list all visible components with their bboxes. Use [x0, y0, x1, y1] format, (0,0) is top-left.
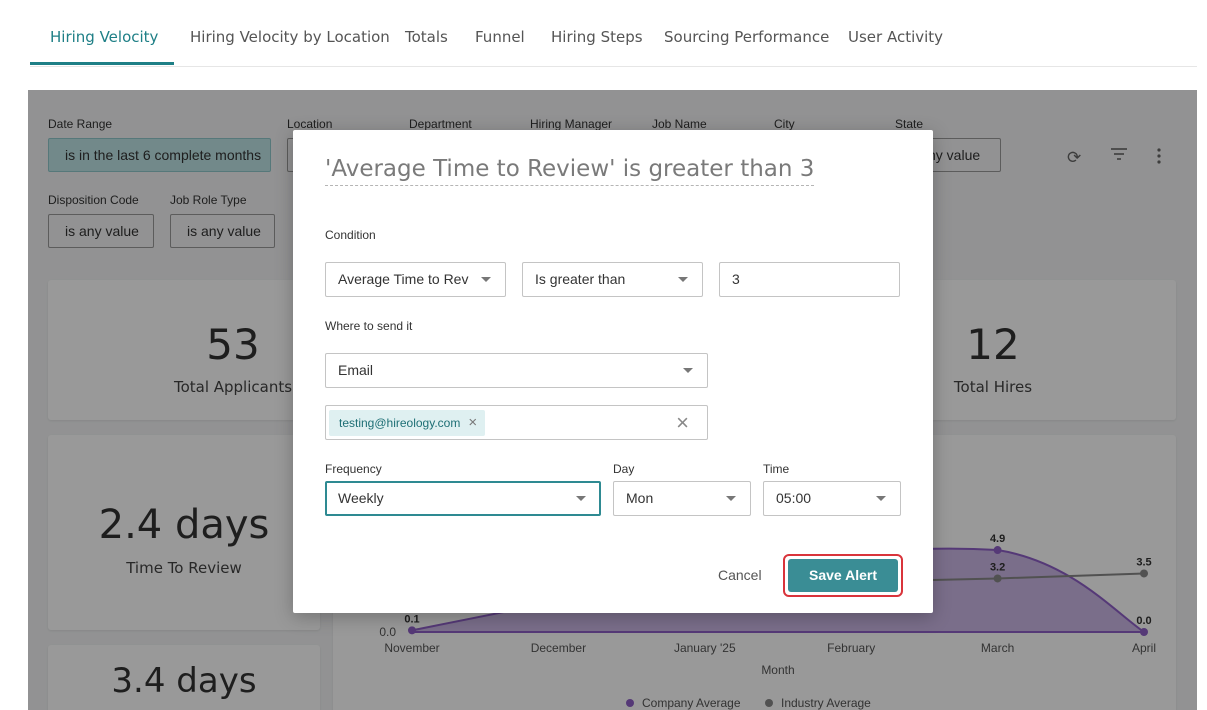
where-to-send-label: Where to send it	[325, 319, 413, 333]
tab-funnel[interactable]: Funnel	[475, 28, 525, 46]
tab-sourcing-performance[interactable]: Sourcing Performance	[664, 28, 829, 46]
frequency-label: Frequency	[325, 462, 382, 476]
save-alert-focus-ring: Save Alert	[783, 554, 903, 597]
day-label: Day	[613, 462, 635, 476]
clear-recipients-icon[interactable]: ×	[676, 409, 689, 437]
day-select[interactable]: Mon	[613, 481, 751, 516]
remove-recipient-icon[interactable]: ×	[468, 414, 477, 431]
cancel-button[interactable]: Cancel	[718, 567, 762, 583]
active-tab-indicator	[30, 62, 174, 65]
recipient-chip: testing@hireology.com ×	[329, 410, 486, 436]
alert-title[interactable]: 'Average Time to Review' is greater than…	[325, 156, 815, 186]
frequency-value: Weekly	[338, 490, 384, 506]
tab-hiring-velocity[interactable]: Hiring Velocity	[50, 28, 158, 46]
recipient-email: testing@hireology.com	[339, 416, 461, 430]
chevron-down-icon	[683, 368, 693, 373]
channel-value: Email	[338, 362, 374, 378]
chevron-down-icon	[576, 496, 586, 501]
day-value: Mon	[626, 490, 654, 506]
save-alert-button[interactable]: Save Alert	[788, 559, 898, 592]
frequency-select[interactable]: Weekly	[325, 481, 601, 516]
condition-field-select[interactable]: Average Time to Rev	[325, 262, 506, 297]
tab-hiring-velocity-by-location[interactable]: Hiring Velocity by Location	[190, 28, 390, 46]
time-value: 05:00	[776, 490, 812, 506]
recipients-input[interactable]: testing@hireology.com × ×	[325, 405, 708, 440]
chevron-down-icon	[678, 277, 688, 282]
chevron-down-icon	[481, 277, 491, 282]
condition-label: Condition	[325, 228, 376, 242]
tab-user-activity[interactable]: User Activity	[848, 28, 943, 46]
tab-totals[interactable]: Totals	[405, 28, 448, 46]
channel-select[interactable]: Email	[325, 353, 708, 388]
condition-operator-select[interactable]: Is greater than	[522, 262, 703, 297]
alert-dialog: 'Average Time to Review' is greater than…	[293, 130, 933, 613]
condition-field-value: Average Time to Rev	[338, 271, 469, 287]
report-tabs: Hiring Velocity Hiring Velocity by Locat…	[30, 0, 1197, 67]
time-label: Time	[763, 462, 790, 476]
condition-value-input[interactable]: 3	[719, 262, 900, 297]
chevron-down-icon	[726, 496, 736, 501]
condition-operator-value: Is greater than	[535, 271, 626, 287]
tab-hiring-steps[interactable]: Hiring Steps	[551, 28, 643, 46]
chevron-down-icon	[876, 496, 886, 501]
time-select[interactable]: 05:00	[763, 481, 901, 516]
